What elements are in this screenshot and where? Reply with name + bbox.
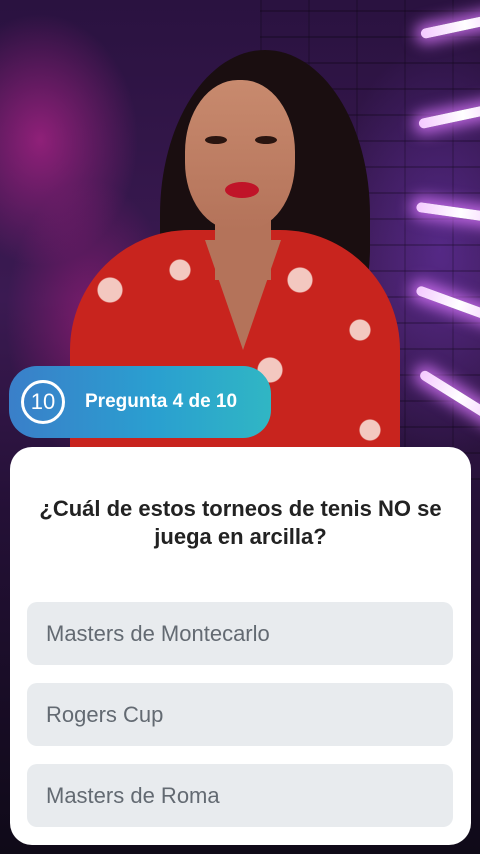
- presenter-lips: [225, 182, 259, 198]
- countdown-ring-icon: 10: [21, 380, 65, 424]
- presenter-eye: [205, 136, 227, 144]
- presenter-eye: [255, 136, 277, 144]
- timer-value: 10: [30, 389, 56, 414]
- answer-option-label: Masters de Montecarlo: [46, 620, 270, 646]
- question-progress-label: Pregunta 4 de 10: [85, 391, 238, 412]
- answer-option-label: Masters de Roma: [46, 782, 220, 808]
- question-card: ¿Cuál de estos torneos de tenis NO se ju…: [10, 447, 471, 845]
- answer-option[interactable]: Rogers Cup: [27, 683, 453, 746]
- answer-option-label: Rogers Cup: [46, 701, 164, 727]
- presenter-face: [185, 80, 295, 230]
- answer-option[interactable]: Masters de Montecarlo: [27, 602, 453, 665]
- answer-option[interactable]: Masters de Roma: [27, 764, 453, 827]
- question-text: ¿Cuál de estos torneos de tenis NO se ju…: [39, 496, 442, 549]
- question-progress-badge: 10 Pregunta 4 de 10: [9, 366, 271, 438]
